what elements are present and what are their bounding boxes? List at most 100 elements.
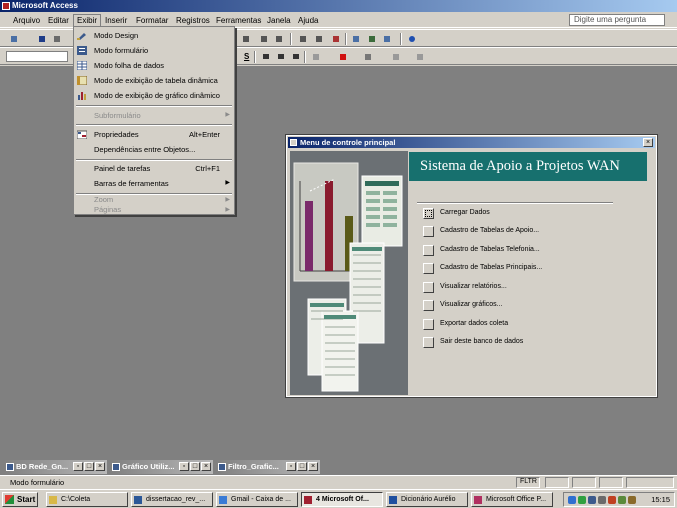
fill-color-icon[interactable]: [310, 51, 321, 62]
menu-item-barras-ferramentas[interactable]: Barras de ferramentas ▶: [74, 176, 234, 191]
menu-item-modo-formulario[interactable]: Modo formulário: [74, 43, 234, 58]
option-button[interactable]: [423, 263, 434, 274]
help-icon[interactable]: [406, 33, 417, 44]
messenger-icon[interactable]: [578, 496, 586, 504]
apply-filter-icon[interactable]: [273, 33, 284, 44]
app-title: Microsoft Access: [12, 1, 78, 10]
view-toggle-icon[interactable]: [8, 33, 19, 44]
align-left-icon[interactable]: [260, 51, 271, 62]
banner-divider: [417, 202, 613, 204]
menu-editar[interactable]: Editar: [45, 15, 72, 27]
close-icon[interactable]: ×: [643, 138, 653, 147]
border-width-icon[interactable]: [390, 51, 401, 62]
align-right-icon[interactable]: [290, 51, 301, 62]
new-object-icon[interactable]: [381, 33, 392, 44]
windows-taskbar: Start C:\Coleta dissertacao_rev_... Gmai…: [0, 489, 677, 508]
database-window-icon[interactable]: [366, 33, 377, 44]
ask-question-input[interactable]: Digite uma pergunta: [569, 14, 665, 26]
task-gmail[interactable]: Gmail - Caixa de ...: [216, 492, 298, 507]
menu-separator: [76, 105, 232, 107]
maximize-icon[interactable]: □: [297, 462, 307, 471]
option-label[interactable]: Visualizar relatórios...: [440, 283, 507, 290]
network-icon[interactable]: [568, 496, 576, 504]
close-icon[interactable]: ×: [95, 462, 105, 471]
restore-icon[interactable]: ▫: [286, 462, 296, 471]
word-document-icon: [134, 496, 142, 504]
new-record-icon[interactable]: [313, 33, 324, 44]
task-microsoft-office[interactable]: 4 Microsoft Of...: [301, 492, 383, 507]
access-app-icon[interactable]: [2, 2, 10, 10]
status-bar: Modo formulário FLTR: [0, 475, 677, 489]
object-selector[interactable]: [6, 51, 68, 62]
restore-icon[interactable]: ▫: [73, 462, 83, 471]
option-label[interactable]: Exportar dados coleta: [440, 320, 508, 327]
maximize-icon[interactable]: □: [84, 462, 94, 471]
menu-ajuda[interactable]: Ajuda: [295, 15, 321, 27]
align-center-icon[interactable]: [275, 51, 286, 62]
restore-icon[interactable]: ▫: [179, 462, 189, 471]
properties-icon[interactable]: [350, 33, 361, 44]
browser-icon: [219, 496, 227, 504]
option-label[interactable]: Carregar Dados: [440, 209, 490, 216]
close-icon[interactable]: ×: [201, 462, 211, 471]
font-color-icon[interactable]: [337, 51, 348, 62]
filter-indicator: FLTR: [520, 478, 537, 485]
menu-item-grafico-dinamico[interactable]: Modo de exibição de gráfico dinâmico: [74, 88, 234, 103]
dictionary-icon: [389, 496, 397, 504]
volume-icon[interactable]: [598, 496, 606, 504]
minimized-window-grafico[interactable]: Gráfico Utiliz... ▫ □ ×: [110, 460, 213, 474]
option-button[interactable]: [423, 337, 434, 348]
menu-item-propriedades[interactable]: Propriedades Alt+Enter: [74, 127, 234, 142]
maximize-icon[interactable]: □: [190, 462, 200, 471]
option-button[interactable]: [423, 319, 434, 330]
switchboard-title-bar[interactable]: Menu de controle principal ×: [288, 137, 655, 148]
menu-item-dependencias[interactable]: Dependências entre Objetos...: [74, 142, 234, 157]
line-color-icon[interactable]: [362, 51, 373, 62]
chart-documents-picture: [290, 151, 408, 395]
search-icon[interactable]: [51, 33, 62, 44]
menu-janela[interactable]: Janela: [264, 15, 294, 27]
save-icon[interactable]: [36, 33, 47, 44]
option-button[interactable]: [423, 300, 434, 311]
task-dissertacao[interactable]: dissertacao_rev_...: [131, 492, 213, 507]
delete-record-icon[interactable]: [330, 33, 341, 44]
option-label[interactable]: Cadastro de Tabelas Telefonia...: [440, 246, 540, 253]
find-icon[interactable]: [297, 33, 308, 44]
menu-separator: [76, 124, 232, 126]
underline-button[interactable]: S: [244, 52, 249, 61]
option-label[interactable]: Cadastro de Tabelas Principais...: [440, 264, 542, 271]
special-effect-icon[interactable]: [414, 51, 425, 62]
option-label[interactable]: Visualizar gráficos...: [440, 301, 503, 308]
option-label[interactable]: Cadastro de Tabelas de Apoio...: [440, 227, 539, 234]
start-button[interactable]: Start: [2, 492, 38, 507]
antivirus-icon[interactable]: [588, 496, 596, 504]
shortcut-label: Alt+Enter: [188, 130, 220, 139]
app-title-bar[interactable]: Microsoft Access: [0, 0, 677, 12]
option-label[interactable]: Sair deste banco de dados: [440, 338, 523, 345]
menu-arquivo[interactable]: Arquivo: [10, 15, 43, 27]
menu-item-tabela-dinamica[interactable]: Modo de exibição de tabela dinâmica: [74, 73, 234, 88]
language-icon[interactable]: [628, 496, 636, 504]
task-dicionario[interactable]: Dicionário Aurélio: [386, 492, 468, 507]
option-button[interactable]: [423, 282, 434, 293]
option-button[interactable]: [423, 226, 434, 237]
menu-item-painel-tarefas[interactable]: Painel de tarefas Ctrl+F1: [74, 161, 234, 176]
security-icon[interactable]: [618, 496, 626, 504]
minimized-window-bd-rede[interactable]: BD Rede_Gn... ▫ □ ×: [4, 460, 107, 474]
filter-selection-icon[interactable]: [240, 33, 251, 44]
option-button[interactable]: [423, 208, 434, 219]
option-button[interactable]: [423, 245, 434, 256]
menu-item-modo-design[interactable]: Modo Design: [74, 28, 234, 43]
pivot-chart-icon: [78, 92, 86, 100]
design-view-icon: [77, 33, 86, 40]
filter-form-icon[interactable]: [258, 33, 269, 44]
close-icon[interactable]: ×: [308, 462, 318, 471]
task-coleta[interactable]: C:\Coleta: [46, 492, 128, 507]
task-office-picture[interactable]: Microsoft Office P...: [471, 492, 553, 507]
menu-item-folha-dados[interactable]: Modo folha de dados: [74, 58, 234, 73]
minimized-window-filtro[interactable]: Filtro_Grafic... ▫ □ ×: [216, 460, 320, 474]
update-icon[interactable]: [608, 496, 616, 504]
properties-icon: [77, 130, 87, 139]
folder-icon: [49, 496, 57, 504]
status-text: Modo formulário: [10, 478, 65, 487]
